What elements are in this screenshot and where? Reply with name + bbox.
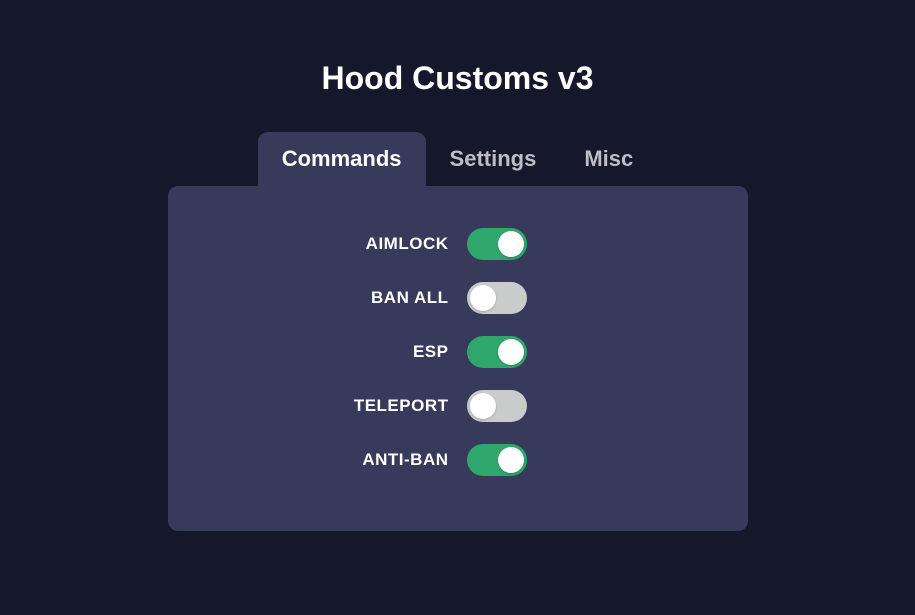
toggle-label-teleport: TELEPORT [299, 396, 449, 416]
toggle-teleport[interactable] [467, 390, 527, 422]
tab-misc[interactable]: Misc [560, 132, 657, 186]
tab-commands[interactable]: Commands [258, 132, 426, 186]
toggle-slider-teleport [467, 390, 527, 422]
app-title: Hood Customs v3 [321, 60, 593, 97]
toggle-row-antiban: ANTI-BAN [188, 444, 728, 476]
tab-settings[interactable]: Settings [426, 132, 561, 186]
toggle-aimlock[interactable] [467, 228, 527, 260]
toggle-label-esp: ESP [299, 342, 449, 362]
toggle-row-teleport: TELEPORT [188, 390, 728, 422]
toggle-slider-antiban [467, 444, 527, 476]
toggle-banall[interactable] [467, 282, 527, 314]
toggle-esp[interactable] [467, 336, 527, 368]
toggle-row-banall: BAN ALL [188, 282, 728, 314]
toggle-label-banall: BAN ALL [299, 288, 449, 308]
toggle-row-aimlock: AIMLOCK [188, 228, 728, 260]
tabs-container: Commands Settings Misc [258, 132, 658, 186]
toggle-slider-banall [467, 282, 527, 314]
commands-panel: AIMLOCK BAN ALL ESP TELEPORT [168, 186, 748, 531]
toggle-antiban[interactable] [467, 444, 527, 476]
toggle-row-esp: ESP [188, 336, 728, 368]
toggle-label-antiban: ANTI-BAN [299, 450, 449, 470]
toggle-slider-esp [467, 336, 527, 368]
toggle-slider-aimlock [467, 228, 527, 260]
toggle-label-aimlock: AIMLOCK [299, 234, 449, 254]
